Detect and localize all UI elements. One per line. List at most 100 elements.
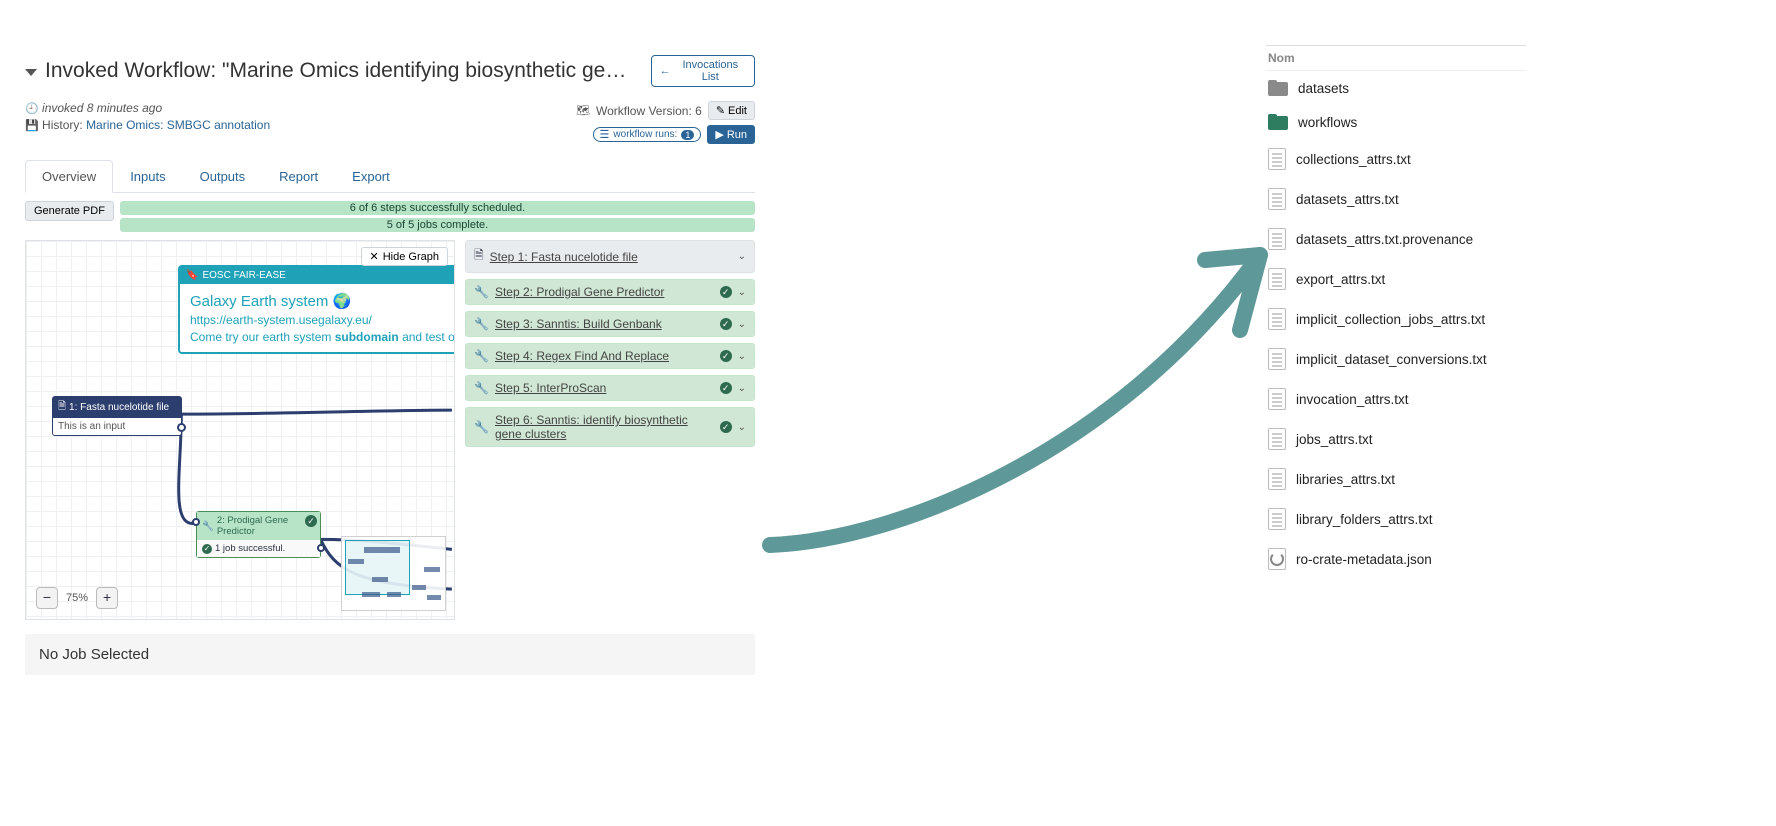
file-row[interactable]: invocation_attrs.txt xyxy=(1266,379,1526,419)
arrow-left-icon: ← xyxy=(660,65,671,77)
file-row[interactable]: datasets_attrs.txt xyxy=(1266,179,1526,219)
file-row[interactable]: collections_attrs.txt xyxy=(1266,139,1526,179)
run-button[interactable]: ▶ Run xyxy=(707,125,755,144)
zoom-level: 75% xyxy=(66,592,88,604)
output-port[interactable] xyxy=(317,544,325,552)
text-file-icon xyxy=(1268,148,1286,170)
zoom-in-button[interactable]: + xyxy=(96,587,118,609)
node-prodigal[interactable]: 🔧 2: Prodigal Gene Predictor ✓ ✓ 1 job s… xyxy=(196,511,321,558)
tab-export[interactable]: Export xyxy=(335,160,407,193)
workflow-version: Workflow Version: 6 xyxy=(596,104,702,118)
tab-inputs[interactable]: Inputs xyxy=(113,160,182,193)
step-5[interactable]: 🔧 Step 5: InterProScan ✓ ⌄ xyxy=(465,375,755,401)
page-title: Invoked Workflow: "Marine Omics identify… xyxy=(45,59,637,83)
file-icon: 🗎 xyxy=(58,399,66,416)
chevron-down-icon: ⌄ xyxy=(738,251,746,262)
steps-accordion: 🗎 Step 1: Fasta nucelotide file ⌄ 🔧 Step… xyxy=(465,240,755,620)
step-link[interactable]: Step 2: Prodigal Gene Predictor xyxy=(495,285,664,299)
step-link[interactable]: Step 3: Sanntis: Build Genbank xyxy=(495,317,662,331)
file-listing: Nom datasets workflows collections_attrs.t… xyxy=(1266,45,1526,579)
chevron-down-icon: ⌄ xyxy=(738,351,746,362)
edit-label: Edit xyxy=(728,105,747,117)
step-link[interactable]: Step 4: Regex Find And Replace xyxy=(495,349,669,363)
step-link[interactable]: Step 5: InterProScan xyxy=(495,381,606,395)
file-row[interactable]: jobs_attrs.txt xyxy=(1266,419,1526,459)
file-row[interactable]: libraries_attrs.txt xyxy=(1266,459,1526,499)
workflow-runs-count: 1 xyxy=(681,130,694,140)
history-link[interactable]: Marine Omics: SMBGC annotation xyxy=(86,118,270,132)
file-row[interactable]: ro-crate-metadata.json xyxy=(1266,539,1526,579)
step-2[interactable]: 🔧 Step 2: Prodigal Gene Predictor ✓⌄ xyxy=(465,279,755,305)
file-row[interactable]: workflows xyxy=(1266,105,1526,139)
file-name: collections_attrs.txt xyxy=(1296,152,1411,167)
eosc-title: Galaxy Earth system 🌍 xyxy=(190,293,351,310)
pencil-icon: ✎ xyxy=(716,104,725,117)
step-link[interactable]: Step 1: Fasta nucelotide file xyxy=(490,250,638,264)
step-1[interactable]: 🗎 Step 1: Fasta nucelotide file ⌄ xyxy=(465,240,755,273)
no-job-panel: No Job Selected xyxy=(25,634,755,675)
invocations-list-label: Invocations List xyxy=(675,59,746,83)
node-prodigal-title: 2: Prodigal Gene Predictor xyxy=(217,515,315,537)
zoom-out-button[interactable]: − xyxy=(36,587,58,609)
step-3[interactable]: 🔧 Step 3: Sanntis: Build Genbank ✓⌄ xyxy=(465,311,755,337)
file-row[interactable]: implicit_collection_jobs_attrs.txt xyxy=(1266,299,1526,339)
minimap[interactable] xyxy=(341,536,446,611)
file-listing-header[interactable]: Nom xyxy=(1266,45,1526,71)
file-icon: 🗎 xyxy=(474,246,484,267)
file-row[interactable]: export_attrs.txt xyxy=(1266,259,1526,299)
progress-steps: 6 of 6 steps successfully scheduled. xyxy=(120,201,755,215)
workflow-runs-badge[interactable]: ☰ workflow runs: 1 xyxy=(593,127,702,142)
file-row[interactable]: datasets xyxy=(1266,71,1526,105)
edit-button[interactable]: ✎ Edit xyxy=(708,101,755,120)
wrench-icon: 🔧 xyxy=(474,381,489,395)
node-input-title: 1: Fasta nucelotide file xyxy=(69,402,169,413)
node-input-fasta[interactable]: 🗎 1: Fasta nucelotide file This is an in… xyxy=(52,396,182,436)
check-icon: ✓ xyxy=(720,382,732,394)
eosc-banner: 🔖 EOSC FAIR-EASE Galaxy Earth system 🌍 h… xyxy=(178,265,455,354)
tab-outputs[interactable]: Outputs xyxy=(183,160,263,193)
input-port[interactable] xyxy=(192,518,200,526)
file-name: invocation_attrs.txt xyxy=(1296,392,1409,407)
invoked-ago: invoked 8 minutes ago xyxy=(42,101,162,115)
folder-icon xyxy=(1268,114,1288,130)
sitemap-icon: 🗺 xyxy=(576,104,590,117)
file-row[interactable]: implicit_dataset_conversions.txt xyxy=(1266,339,1526,379)
progress-jobs: 5 of 5 jobs complete. xyxy=(120,218,755,232)
eosc-link[interactable]: https://earth-system.usegalaxy.eu/ xyxy=(190,313,455,327)
file-name: workflows xyxy=(1298,115,1357,130)
node-input-body: This is an input xyxy=(58,421,125,432)
step-4[interactable]: 🔧 Step 4: Regex Find And Replace ✓ ⌄ xyxy=(465,343,755,369)
output-port[interactable] xyxy=(177,423,186,432)
wrench-icon: 🔧 xyxy=(202,521,214,532)
generate-pdf-button[interactable]: Generate PDF xyxy=(25,201,114,221)
file-name: datasets_attrs.txt.provenance xyxy=(1296,232,1473,247)
hide-graph-button[interactable]: ✕ Hide Graph xyxy=(361,247,448,266)
check-icon: ✓ xyxy=(305,515,317,527)
tabs: Overview Inputs Outputs Report Export xyxy=(25,160,755,193)
tab-overview[interactable]: Overview xyxy=(25,160,113,193)
eosc-tag: EOSC FAIR-EASE xyxy=(202,270,285,281)
tab-report[interactable]: Report xyxy=(262,160,335,193)
file-name: implicit_collection_jobs_attrs.txt xyxy=(1296,312,1485,327)
list-icon: ☰ xyxy=(600,128,610,141)
step-6[interactable]: 🔧 Step 6: Sanntis: identify biosynthetic… xyxy=(465,407,755,447)
wrench-icon: 🔧 xyxy=(474,349,489,363)
workflow-graph[interactable]: ✕ Hide Graph 🔖 EOSC FAIR-EASE Galaxy Ear… xyxy=(25,240,455,620)
invocations-list-button[interactable]: ← Invocations List xyxy=(651,55,755,87)
file-row[interactable]: datasets_attrs.txt.provenance xyxy=(1266,219,1526,259)
file-name: library_folders_attrs.txt xyxy=(1296,512,1433,527)
run-label: Run xyxy=(727,129,747,141)
file-name: datasets xyxy=(1298,81,1349,96)
check-icon: ✓ xyxy=(720,350,732,362)
file-name: datasets_attrs.txt xyxy=(1296,192,1399,207)
play-icon: ▶ xyxy=(715,128,723,141)
collapse-toggle[interactable] xyxy=(25,69,37,76)
check-icon: ✓ xyxy=(720,286,732,298)
file-row[interactable]: library_folders_attrs.txt xyxy=(1266,499,1526,539)
bookmark-icon: 🔖 xyxy=(186,270,198,281)
step-link[interactable]: Step 6: Sanntis: identify biosynthetic g… xyxy=(495,413,714,441)
disk-icon: 💾 xyxy=(25,120,39,132)
chevron-down-icon: ⌄ xyxy=(738,287,746,298)
node-prodigal-status: 1 job successful. xyxy=(215,543,285,554)
chevron-down-icon: ⌄ xyxy=(738,383,746,394)
